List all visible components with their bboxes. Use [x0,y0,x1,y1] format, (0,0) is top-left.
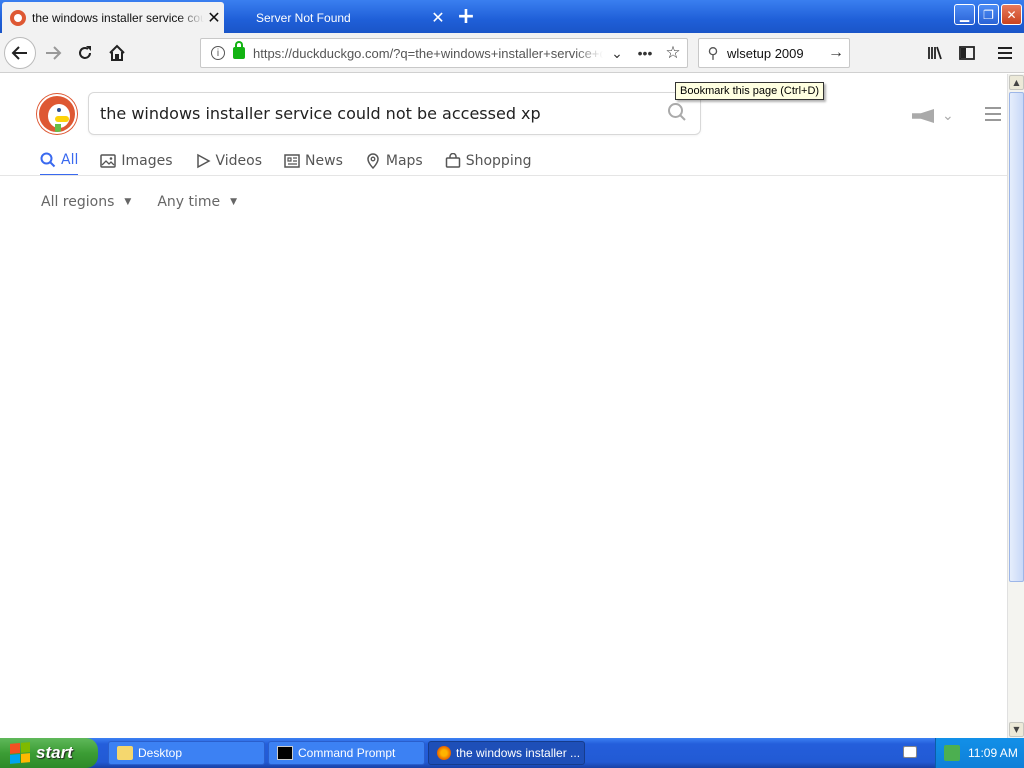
folder-icon [117,746,133,760]
minimize-button[interactable]: ▁ [954,4,975,25]
newspaper-icon [284,153,300,169]
window-close-button[interactable]: ✕ [1001,4,1022,25]
tab-images[interactable]: Images [100,146,173,176]
search-filters: All regions ▼ Any time ▼ [41,194,263,210]
restore-button[interactable]: ❐ [978,4,999,25]
vertical-scrollbar[interactable]: ▲ ▼ [1007,74,1024,738]
tab-all[interactable]: All [40,146,79,176]
clock[interactable]: 11:09 AM [968,746,1018,760]
chevron-down-icon[interactable]: ⌄ [603,45,631,62]
taskbar-item-label: Desktop [138,746,183,760]
web-page-content: the windows installer service could not … [0,74,1007,738]
bookmark-star-icon[interactable]: ☆ [659,43,687,63]
firefox-icon [437,746,451,760]
start-label: start [36,743,73,762]
browser-tab-active[interactable]: the windows installer service could not … [2,2,224,33]
system-tray: 11:09 AM [935,738,1024,768]
tab-label: All [61,152,79,168]
back-arrow-icon [11,46,27,60]
taskbar-item-firefox[interactable]: the windows installer ... [428,741,585,765]
keyboard-icon[interactable] [903,746,917,758]
scrollbar-thumb[interactable] [1009,92,1024,582]
tab-label: Videos [215,153,263,169]
region-filter-dropdown[interactable]: All regions ▼ [41,194,131,210]
new-tab-button[interactable]: + [454,4,478,29]
start-button[interactable]: start [0,738,98,768]
home-icon [109,44,125,61]
scroll-up-arrow-icon[interactable]: ▲ [1009,75,1024,90]
ddg-search-button[interactable] [654,102,700,126]
bookmark-tooltip: Bookmark this page (Ctrl+D) [675,82,825,100]
time-filter-dropdown[interactable]: Any time ▼ [157,194,237,210]
ddg-search-form: the windows installer service could not … [88,92,701,135]
scroll-down-arrow-icon[interactable]: ▼ [1009,722,1024,737]
duckduckgo-logo[interactable] [37,94,77,134]
address-bar[interactable]: i https://duckduckgo.com/?q=the+windows+… [200,38,688,68]
tab-maps[interactable]: Maps [365,146,423,176]
tab-label: Maps [385,153,423,169]
site-info-icon[interactable]: i [207,42,229,64]
url-text[interactable]: https://duckduckgo.com/?q=the+windows+in… [253,46,603,61]
taskbar-item-label: the windows installer ... [456,746,581,760]
reload-icon [79,46,91,59]
search-icon [668,102,686,121]
browser-search-box[interactable]: ⚲ wlsetup 2009 → [698,38,850,68]
region-filter-label: All regions [41,194,115,210]
ddg-vertical-tabs: All Images Videos News Maps Shopping [40,146,553,176]
forward-arrow-icon [46,46,62,60]
tab-videos[interactable]: Videos [195,146,263,176]
play-icon [195,153,211,169]
search-icon: ⚲ [707,45,719,62]
tab-label: Shopping [465,153,532,169]
ddg-menu-icon[interactable] [985,107,1001,125]
reload-button[interactable] [70,38,100,68]
duckduckgo-favicon-icon [10,9,26,26]
app-menu-button[interactable] [990,38,1020,68]
sidebar-button[interactable] [952,38,982,68]
tab-title: the windows installer service could not … [32,10,204,25]
sidebar-icon [959,46,975,60]
search-field[interactable]: wlsetup 2009 [727,46,823,61]
time-filter-label: Any time [157,194,221,210]
tab-label: News [305,153,343,169]
ddg-search-input[interactable]: the windows installer service could not … [89,104,654,123]
home-button[interactable] [102,38,132,68]
taskbar-item-label: Command Prompt [298,746,396,760]
hamburger-menu-icon [998,47,1012,59]
browser-tab-inactive[interactable]: Server Not Found ✕ [226,2,448,33]
feedback-button[interactable]: ⌄ [912,108,954,124]
tab-news[interactable]: News [284,146,343,176]
shopping-bag-icon [445,153,461,169]
library-button[interactable] [920,38,950,68]
taskbar-item-command-prompt[interactable]: Command Prompt [268,741,425,765]
search-icon [40,152,56,168]
tab-shopping[interactable]: Shopping [445,146,532,176]
caret-down-icon: ▼ [124,197,132,207]
close-tab-icon[interactable]: ✕ [428,8,448,28]
image-icon [100,153,117,169]
taskbar-item-desktop[interactable]: Desktop [108,741,265,765]
command-prompt-icon [277,746,293,760]
browser-toolbar: i https://duckduckgo.com/?q=the+windows+… [0,33,1024,73]
caret-down-icon: ▼ [230,197,238,207]
megaphone-icon [912,109,934,123]
library-icon [928,46,942,60]
tab-title: Server Not Found [256,10,351,25]
close-tab-icon[interactable]: ✕ [204,8,224,28]
chevron-down-icon: ⌄ [942,108,954,124]
forward-button[interactable] [38,38,68,68]
windows-taskbar: start Desktop Command Prompt the windows… [0,738,1024,768]
back-button[interactable] [4,37,36,69]
browser-titlebar: the windows installer service could not … [0,0,1024,33]
network-icon[interactable] [944,745,960,761]
search-go-icon[interactable]: → [823,44,849,62]
more-actions-icon[interactable]: ••• [631,45,659,61]
map-pin-icon [365,153,381,169]
tab-label: Images [121,153,173,169]
header-divider [0,175,1007,176]
windows-flag-icon [10,742,30,764]
lock-icon [233,41,245,59]
